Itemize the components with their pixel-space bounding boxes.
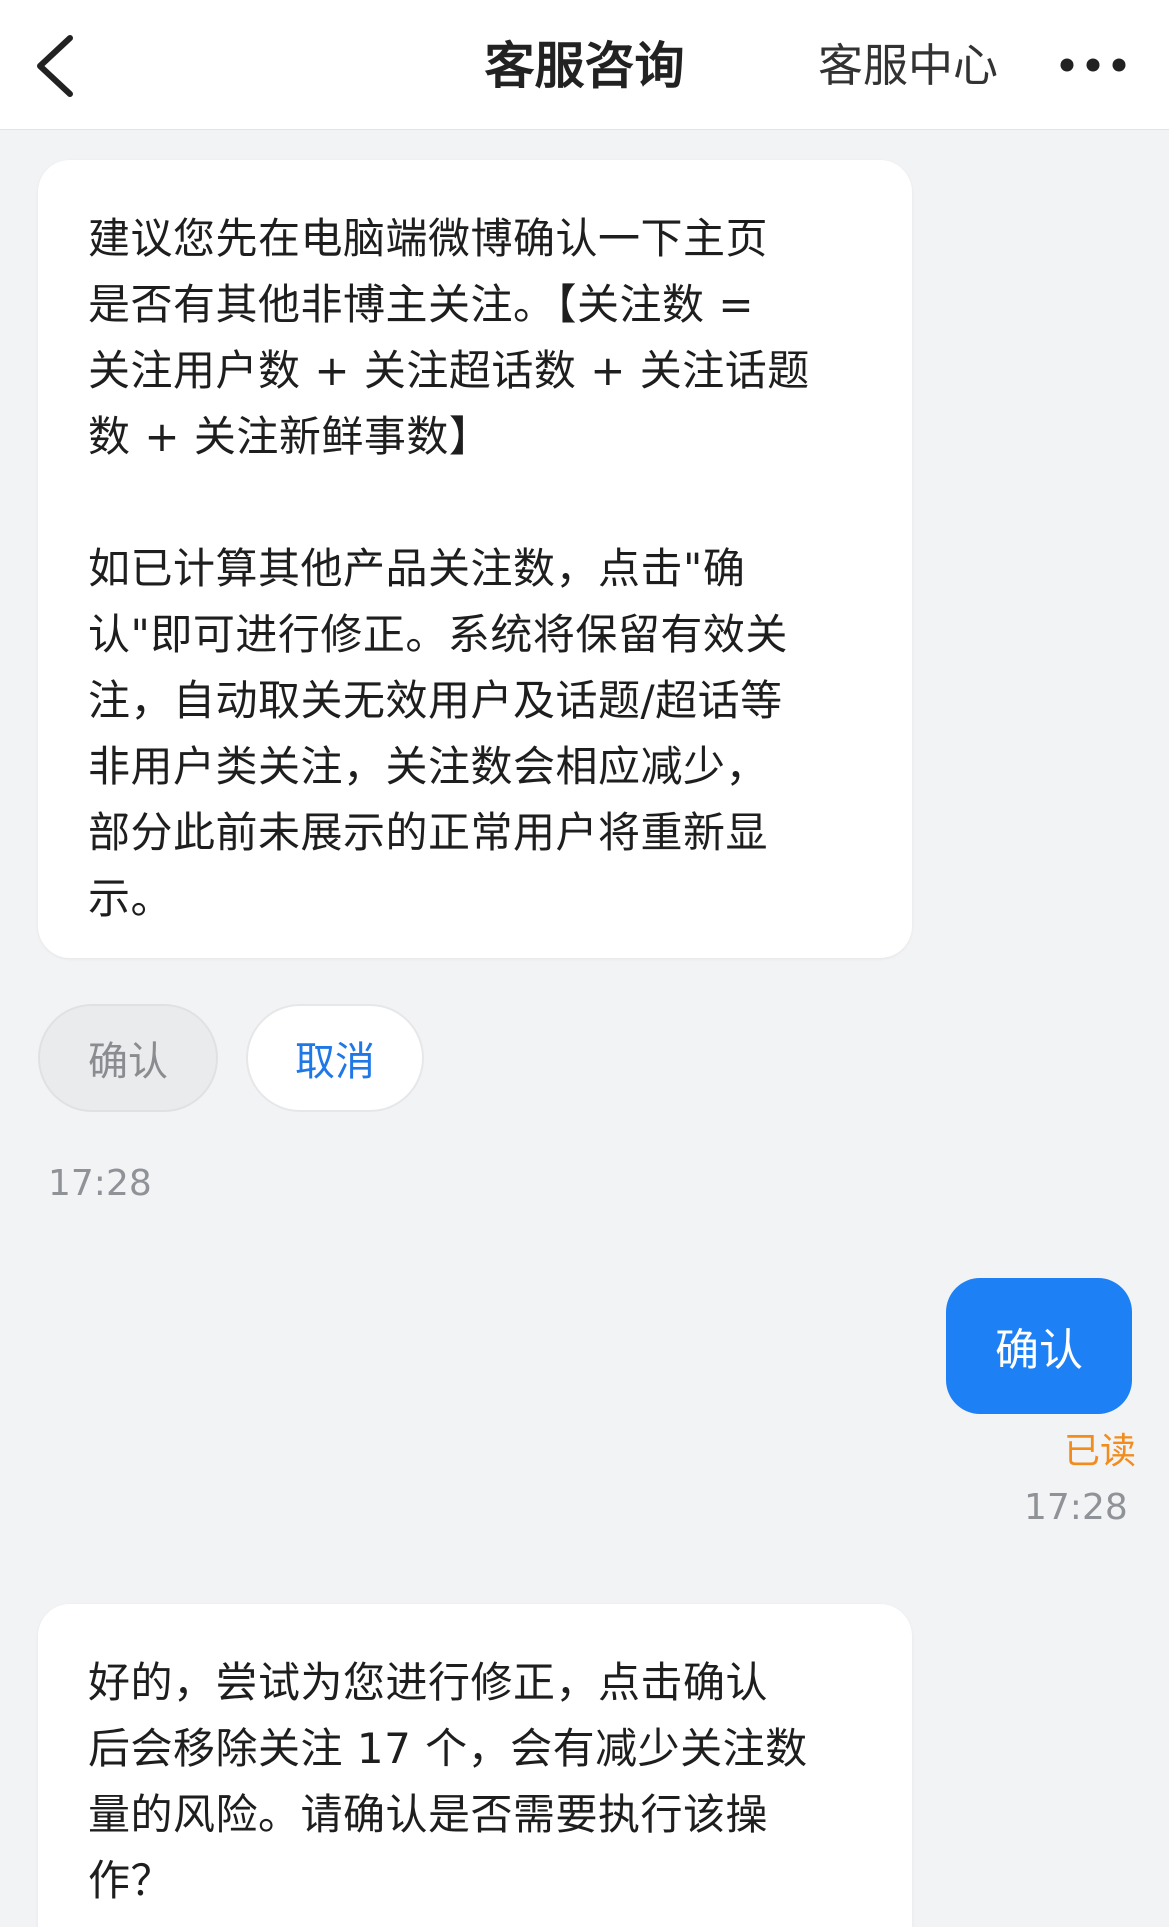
agent-message-text: 建议您先在电脑端微博确认一下主页 是否有其他非博主关注。【关注数 = 关注用户数… (88, 214, 810, 923)
agent-message-bubble: 建议您先在电脑端微博确认一下主页 是否有其他非博主关注。【关注数 = 关注用户数… (38, 160, 912, 958)
agent-message-bubble: 好的，尝试为您进行修正，点击确认 后会移除关注 17 个，会有减少关注数 量的风… (38, 1604, 912, 1927)
read-status: 已读 (1064, 1431, 1137, 1472)
user-message-text: 确认 (995, 1325, 1083, 1376)
cancel-button[interactable]: 取消 (246, 1004, 424, 1112)
confirm-button[interactable]: 确认 (38, 1004, 218, 1112)
message-timestamp: 17:28 (48, 1163, 152, 1204)
message-timestamp: 17:28 (1024, 1487, 1128, 1528)
user-message-bubble: 确认 (946, 1278, 1132, 1414)
service-center-link[interactable]: 客服中心 (818, 36, 998, 96)
nav-bar: 客服咨询 客服中心 (0, 0, 1169, 130)
more-options-icon[interactable] (1058, 52, 1128, 78)
agent-message-text: 好的，尝试为您进行修正，点击确认 后会移除关注 17 个，会有减少关注数 量的风… (88, 1658, 808, 1905)
